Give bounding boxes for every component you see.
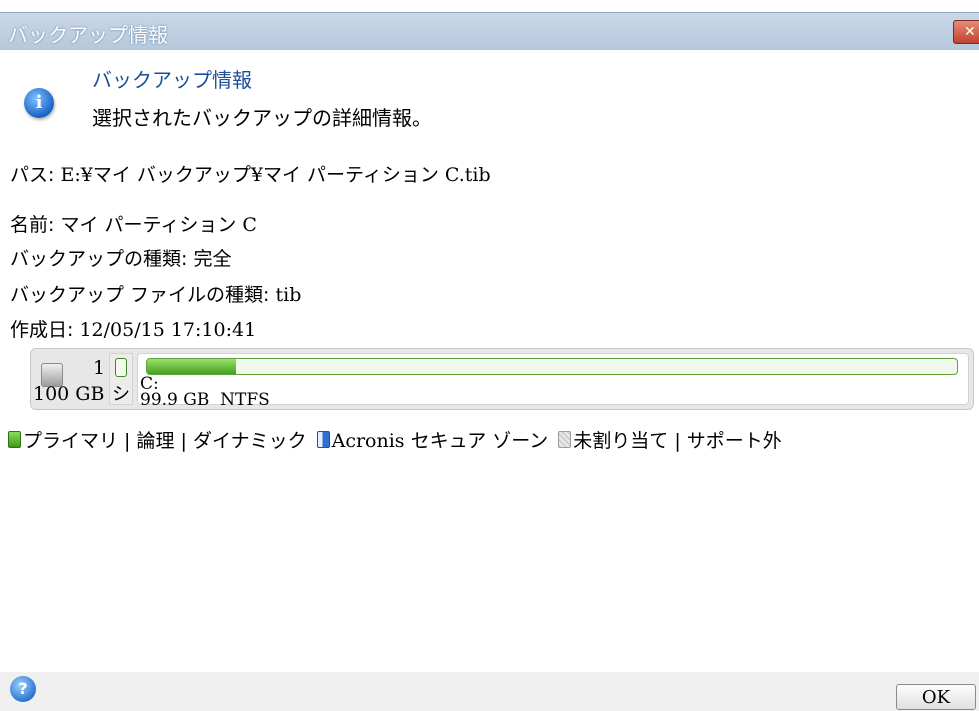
disk-info[interactable]: 1 100 GB <box>33 351 108 407</box>
partition-c-size: 99.9 GB <box>140 390 210 410</box>
backup-type-label: バックアップの種類: <box>10 248 188 270</box>
window-title: バックアップ情報 <box>8 23 168 47</box>
disk-number: 1 <box>93 357 106 379</box>
system-partition[interactable]: シ <box>109 353 133 405</box>
partition-c-filesystem: NTFS <box>220 390 270 410</box>
path-row: パス: E:¥マイ バックアップ¥マイ パーティション C.tib <box>10 160 491 187</box>
system-partition-label: シ <box>112 384 130 405</box>
disk-map: 1 100 GB シ C: 99.9 GB NTFS <box>30 348 974 410</box>
disk-size: 100 GB <box>33 383 105 405</box>
help-icon[interactable]: ? <box>10 676 36 702</box>
file-type-row: バックアップ ファイルの種類: tib <box>10 280 301 307</box>
created-row: 作成日: 12/05/15 17:10:41 <box>10 315 256 342</box>
path-label: パス: <box>10 164 55 186</box>
file-type-value: tib <box>275 284 302 306</box>
close-icon: ✕ <box>964 24 976 40</box>
created-value: 12/05/15 17:10:41 <box>79 319 257 341</box>
name-label: 名前: <box>10 214 55 236</box>
path-value: E:¥マイ バックアップ¥マイ パーティション C.tib <box>60 164 491 186</box>
ok-button[interactable]: OK <box>896 684 976 710</box>
legend-acronis: Acronis セキュア ゾーン <box>331 430 549 452</box>
footer: ? OK <box>0 672 979 711</box>
backup-type-row: バックアップの種類: 完全 <box>10 244 231 271</box>
primary-swatch-icon <box>8 431 21 448</box>
partition-c-usage-fill <box>147 359 237 374</box>
info-icon: i <box>24 88 54 118</box>
title-bar: バックアップ情報 ✕ <box>0 12 979 50</box>
name-row: 名前: マイ パーティション C <box>10 210 257 237</box>
acronis-swatch-icon <box>316 431 330 448</box>
close-button[interactable]: ✕ <box>953 20 979 44</box>
legend-unallocated: 未割り当て | サポート外 <box>573 430 782 452</box>
header-title: バックアップ情報 <box>92 68 252 92</box>
partition-c-details: 99.9 GB NTFS <box>140 392 270 409</box>
created-label: 作成日: <box>10 319 74 341</box>
legend-primary: プライマリ | 論理 | ダイナミック <box>23 430 307 452</box>
header-subtitle: 選択されたバックアップの詳細情報。 <box>92 106 432 130</box>
partition-c[interactable]: C: 99.9 GB NTFS <box>137 353 969 409</box>
partition-c-usage-bar <box>146 358 958 375</box>
name-value: マイ パーティション C <box>60 214 257 236</box>
file-type-label: バックアップ ファイルの種類: <box>10 284 270 306</box>
backup-type-value: 完全 <box>193 248 232 270</box>
unallocated-swatch-icon <box>558 431 572 448</box>
partition-legend: プライマリ | 論理 | ダイナミック Acronis セキュア ゾーン 未割り… <box>8 426 782 453</box>
system-partition-bar <box>115 358 127 377</box>
